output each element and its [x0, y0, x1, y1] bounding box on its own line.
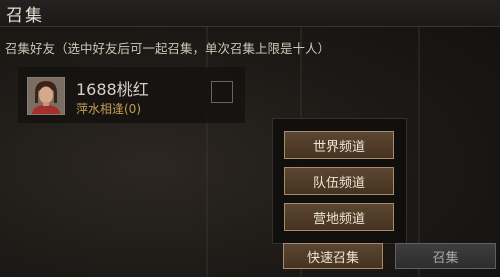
team-channel-button[interactable]: 队伍频道 [284, 167, 394, 195]
friend-list-item[interactable]: 1688桃红 萍水相逢(0) [18, 67, 245, 123]
friend-relationship-status: 萍水相逢(0) [76, 102, 141, 116]
friend-select-checkbox[interactable] [211, 81, 233, 103]
avatar [27, 77, 65, 115]
friend-summon-instructions: 召集好友（选中好友后可一起召集，单次召集上限是十人） [5, 41, 331, 56]
friend-name: 1688桃红 [76, 80, 149, 99]
camp-channel-button[interactable]: 营地频道 [284, 203, 394, 231]
portrait-avatar-icon [28, 78, 64, 114]
background-decoration [418, 0, 420, 277]
title-bar: 召集 [0, 0, 500, 27]
summon-button[interactable]: 召集 [395, 243, 496, 269]
page-title: 召集 [6, 6, 44, 26]
channel-popup-menu: 世界频道 队伍频道 营地频道 [272, 118, 407, 244]
world-channel-button[interactable]: 世界频道 [284, 131, 394, 159]
quick-summon-button[interactable]: 快速召集 [283, 243, 383, 269]
